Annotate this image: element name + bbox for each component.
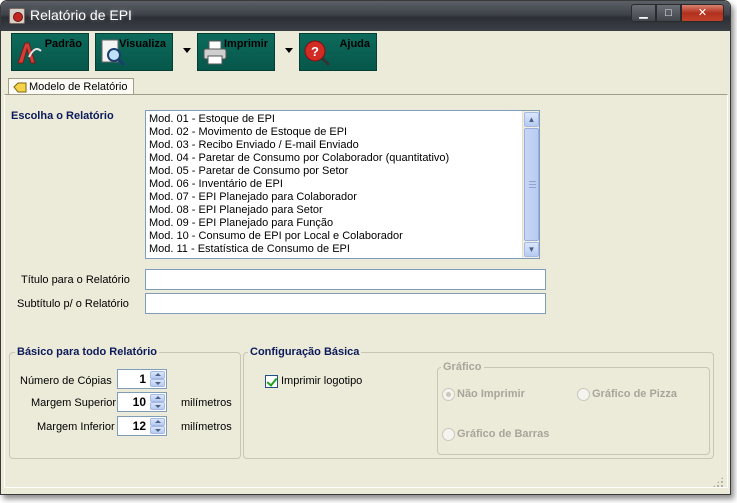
margem-superior-spin-buttons [150, 394, 165, 410]
report-list-label: Escolha o Relatório [11, 110, 114, 122]
imprimir-logotipo-label[interactable]: Imprimir logotipo [281, 375, 362, 387]
copias-decrement-button[interactable] [150, 379, 165, 387]
minimize-icon: ▁ [639, 6, 648, 19]
imprimir-dropdown-icon[interactable] [285, 48, 293, 53]
scroll-up-button[interactable]: ▲ [524, 112, 539, 127]
svg-text:?: ? [311, 44, 319, 59]
list-item[interactable]: Mod. 07 - EPI Planejado para Colaborador [149, 191, 539, 204]
tab-label: Modelo de Relatório [29, 81, 128, 93]
margem-superior-label: Margem Superior [31, 397, 116, 409]
imprimir-logotipo-checkbox[interactable] [265, 375, 278, 388]
minimize-button[interactable]: ▁ [631, 4, 656, 22]
margem-inferior-unit: milímetros [181, 421, 232, 433]
margem-superior-increment-button[interactable] [150, 394, 165, 402]
report-list: Mod. 01 - Estoque de EPI Mod. 02 - Movime… [146, 111, 539, 256]
visualiza-dropdown-icon[interactable] [183, 48, 191, 53]
margem-inferior-increment-button[interactable] [150, 418, 165, 426]
copias-stepper[interactable]: 1 [117, 369, 167, 389]
list-item[interactable]: Mod. 03 - Recibo Enviado / E-mail Enviad… [149, 139, 539, 152]
list-item[interactable]: Mod. 10 - Consumo de EPI por Local e Col… [149, 230, 539, 243]
list-item[interactable]: Mod. 08 - EPI Planejado para Setor [149, 204, 539, 217]
list-item[interactable]: Mod. 11 - Estatística de Consumo de EPI [149, 243, 539, 256]
margem-superior-decrement-button[interactable] [150, 402, 165, 410]
subtitulo-label: Subtítulo p/ o Relatório [17, 298, 129, 310]
list-item[interactable]: Mod. 02 - Movimento de Estoque de EPI [149, 126, 539, 139]
ajuda-button[interactable]: ? Ajuda [299, 33, 377, 71]
copias-increment-button[interactable] [150, 371, 165, 379]
grafico-group-title: Gráfico [441, 361, 484, 373]
tag-icon [13, 82, 27, 92]
nao-imprimir-radio[interactable] [442, 388, 455, 401]
window-title: Relatório de EPI [30, 7, 132, 23]
chevron-up-icon: ▲ [527, 115, 536, 124]
toolbar: Padrão Visualiza Imprimir ? Ajuda [9, 31, 709, 73]
margem-inferior-value: 12 [132, 419, 146, 433]
copias-value: 1 [139, 372, 146, 386]
margem-inferior-label: Margem Inferior [37, 421, 115, 433]
grafico-barras-radio[interactable] [442, 428, 455, 441]
scroll-down-button[interactable]: ▼ [524, 242, 539, 257]
grafico-pizza-radio[interactable] [577, 388, 590, 401]
scroll-thumb[interactable] [524, 128, 539, 241]
margem-superior-unit: milímetros [181, 397, 232, 409]
titulo-label: Título para o Relatório [21, 274, 130, 286]
grip-icon [529, 181, 536, 188]
margem-inferior-spin-buttons [150, 418, 165, 434]
list-item[interactable]: Mod. 01 - Estoque de EPI [149, 113, 539, 126]
title-bar[interactable]: Relatório de EPI ▁ □ ✕ [1, 1, 730, 31]
list-item[interactable]: Mod. 05 - Paretar de Consumo por Setor [149, 165, 539, 178]
report-listbox[interactable]: Mod. 01 - Estoque de EPI Mod. 02 - Movime… [145, 110, 540, 259]
caption-buttons: ▁ □ ✕ [631, 4, 724, 22]
nao-imprimir-label[interactable]: Não Imprimir [457, 388, 525, 400]
tab-modelo-de-relatorio[interactable]: Modelo de Relatório [8, 78, 134, 95]
margem-inferior-stepper[interactable]: 12 [117, 416, 167, 436]
margem-superior-stepper[interactable]: 10 [117, 392, 167, 412]
close-button[interactable]: ✕ [681, 4, 724, 22]
titulo-input[interactable] [145, 269, 546, 290]
grafico-pizza-label[interactable]: Gráfico de Pizza [592, 388, 677, 400]
ajuda-label: Ajuda [339, 38, 370, 50]
imprimir-button[interactable]: Imprimir [197, 33, 275, 71]
list-item[interactable]: Mod. 06 - Inventário de EPI [149, 178, 539, 191]
maximize-button[interactable]: □ [656, 4, 681, 22]
grafico-group [437, 367, 710, 455]
grafico-barras-label[interactable]: Gráfico de Barras [457, 428, 549, 440]
padrao-label: Padrão [44, 38, 82, 50]
listbox-scrollbar[interactable]: ▲ ▼ [522, 111, 539, 258]
chevron-down-icon: ▼ [527, 245, 536, 254]
report-window: Relatório de EPI ▁ □ ✕ Padrão Visualiza [0, 0, 731, 495]
list-item[interactable]: Mod. 09 - EPI Planejado para Função [149, 217, 539, 230]
margem-inferior-decrement-button[interactable] [150, 426, 165, 434]
copias-label: Número de Cópias [20, 375, 112, 387]
close-icon: ✕ [697, 6, 708, 19]
basico-group-title: Básico para todo Relatório [15, 346, 159, 358]
help-icon: ? [304, 40, 331, 67]
subtitulo-input[interactable] [145, 293, 546, 314]
imprimir-label: Imprimir [223, 38, 268, 50]
visualiza-label: Visualiza [119, 38, 166, 50]
list-item[interactable]: Mod. 04 - Paretar de Consumo por Colabor… [149, 152, 539, 165]
visualiza-button[interactable]: Visualiza [95, 33, 173, 71]
padrao-button[interactable]: Padrão [11, 33, 89, 71]
config-group-title: Configuração Básica [248, 346, 362, 358]
app-icon[interactable] [9, 8, 25, 24]
default-report-icon [17, 42, 42, 64]
copias-spin-buttons [150, 371, 165, 387]
margem-superior-value: 10 [132, 395, 146, 409]
maximize-icon: □ [665, 6, 672, 19]
